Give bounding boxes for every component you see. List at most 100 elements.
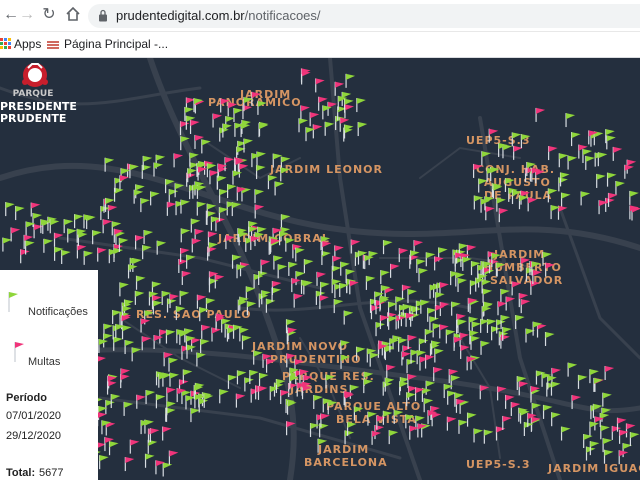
- fine-marker[interactable]: [196, 294, 207, 309]
- notification-marker[interactable]: [457, 278, 468, 293]
- fine-marker[interactable]: [498, 208, 509, 223]
- notification-marker[interactable]: [343, 310, 354, 325]
- fine-marker[interactable]: [97, 247, 107, 262]
- fine-marker[interactable]: [214, 274, 225, 289]
- fine-marker[interactable]: [140, 318, 151, 333]
- notification-marker[interactable]: [219, 389, 229, 404]
- fine-marker[interactable]: [439, 302, 450, 317]
- fine-marker[interactable]: [551, 367, 561, 382]
- notification-marker[interactable]: [135, 275, 146, 290]
- notification-marker[interactable]: [179, 290, 190, 305]
- notification-marker[interactable]: [300, 279, 311, 294]
- notification-marker[interactable]: [303, 259, 314, 274]
- fine-marker[interactable]: [119, 175, 129, 190]
- fine-marker[interactable]: [371, 430, 382, 445]
- notification-marker[interactable]: [208, 278, 219, 293]
- notification-marker[interactable]: [629, 432, 640, 447]
- notification-marker[interactable]: [105, 400, 115, 415]
- notification-marker[interactable]: [162, 462, 173, 477]
- notification-marker[interactable]: [143, 230, 154, 245]
- notification-marker[interactable]: [180, 199, 190, 214]
- fine-marker[interactable]: [466, 244, 477, 259]
- fine-marker[interactable]: [629, 205, 639, 220]
- home-icon[interactable]: [64, 6, 82, 24]
- notification-marker[interactable]: [567, 155, 578, 170]
- notification-marker[interactable]: [15, 206, 25, 221]
- fine-marker[interactable]: [10, 227, 21, 242]
- notification-marker[interactable]: [480, 318, 490, 333]
- fine-marker[interactable]: [530, 416, 541, 431]
- notification-marker[interactable]: [226, 184, 237, 199]
- notification-marker[interactable]: [565, 113, 576, 128]
- bookmark-apps[interactable]: Apps: [14, 37, 41, 51]
- notification-marker[interactable]: [236, 264, 247, 279]
- notification-marker[interactable]: [108, 441, 119, 456]
- fine-marker[interactable]: [618, 429, 629, 444]
- fine-marker[interactable]: [149, 428, 160, 443]
- notification-marker[interactable]: [597, 152, 608, 167]
- notification-marker[interactable]: [593, 131, 604, 146]
- notification-marker[interactable]: [186, 254, 196, 269]
- notification-marker[interactable]: [233, 107, 243, 122]
- notification-marker[interactable]: [113, 187, 124, 202]
- fine-marker[interactable]: [520, 299, 531, 314]
- notification-marker[interactable]: [258, 372, 269, 387]
- notification-marker[interactable]: [258, 123, 269, 138]
- notification-marker[interactable]: [256, 151, 266, 166]
- url-text[interactable]: prudentedigital.com.br/notificacoes/: [116, 8, 321, 23]
- notification-marker[interactable]: [61, 250, 71, 265]
- fine-marker[interactable]: [291, 278, 301, 293]
- notification-marker[interactable]: [615, 180, 625, 195]
- fine-marker[interactable]: [398, 248, 409, 263]
- notification-marker[interactable]: [2, 237, 12, 252]
- notification-marker[interactable]: [232, 170, 242, 185]
- notification-marker[interactable]: [150, 191, 160, 206]
- fine-marker[interactable]: [201, 324, 211, 339]
- fine-marker[interactable]: [530, 280, 540, 295]
- fine-marker[interactable]: [344, 104, 354, 119]
- notification-marker[interactable]: [144, 453, 155, 468]
- fine-marker[interactable]: [309, 112, 320, 127]
- fine-marker[interactable]: [238, 163, 249, 178]
- notification-marker[interactable]: [324, 121, 335, 136]
- fine-marker[interactable]: [235, 393, 246, 408]
- fine-marker[interactable]: [293, 293, 304, 308]
- fine-marker[interactable]: [479, 385, 490, 400]
- notification-marker[interactable]: [43, 238, 53, 253]
- fine-marker[interactable]: [315, 78, 325, 93]
- fine-marker[interactable]: [389, 263, 400, 278]
- fine-marker[interactable]: [395, 315, 406, 330]
- notification-marker[interactable]: [365, 275, 376, 290]
- notification-marker[interactable]: [180, 228, 191, 243]
- notification-marker[interactable]: [147, 439, 158, 454]
- notification-marker[interactable]: [83, 250, 94, 265]
- fine-marker[interactable]: [96, 355, 106, 370]
- notification-marker[interactable]: [602, 392, 612, 407]
- fine-marker[interactable]: [181, 270, 192, 285]
- notification-marker[interactable]: [274, 181, 285, 196]
- notification-marker[interactable]: [482, 288, 493, 303]
- fine-marker[interactable]: [431, 412, 442, 427]
- notification-marker[interactable]: [473, 428, 484, 443]
- notification-marker[interactable]: [113, 247, 123, 262]
- notification-marker[interactable]: [560, 426, 571, 441]
- fine-marker[interactable]: [548, 146, 558, 161]
- fine-marker[interactable]: [624, 164, 634, 179]
- notification-marker[interactable]: [140, 198, 150, 213]
- notification-marker[interactable]: [380, 270, 390, 285]
- notification-marker[interactable]: [169, 372, 180, 387]
- notification-marker[interactable]: [550, 381, 561, 396]
- notification-marker[interactable]: [567, 362, 578, 377]
- fine-marker[interactable]: [168, 450, 179, 465]
- notification-marker[interactable]: [580, 191, 591, 206]
- notification-marker[interactable]: [483, 429, 494, 444]
- fine-marker[interactable]: [417, 423, 427, 438]
- notification-marker[interactable]: [418, 338, 429, 353]
- notification-marker[interactable]: [153, 162, 164, 177]
- notification-marker[interactable]: [145, 390, 156, 405]
- notification-marker[interactable]: [389, 338, 399, 353]
- fine-marker[interactable]: [107, 205, 118, 220]
- notification-marker[interactable]: [544, 331, 555, 346]
- arrow-right-icon[interactable]: →: [18, 6, 36, 24]
- fine-marker[interactable]: [102, 219, 113, 234]
